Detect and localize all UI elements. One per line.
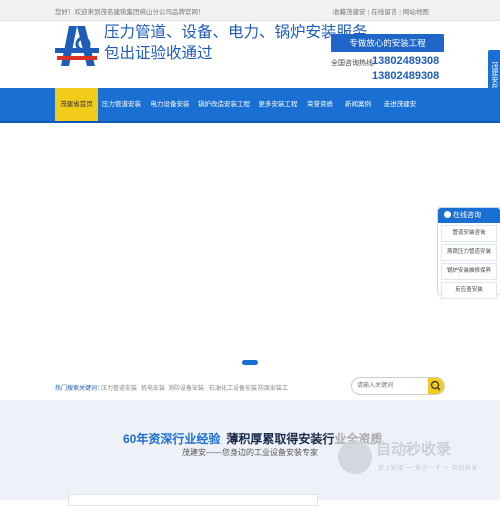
nav-home[interactable]: 茂建省首页	[55, 88, 98, 121]
keyword-link[interactable]: 防腐安装工	[258, 383, 288, 392]
search-box	[351, 377, 445, 395]
consult-item[interactable]: 反应釜安装	[441, 282, 497, 299]
hero-banner	[0, 123, 500, 371]
hot-keywords-label: 热门搜索关键词：	[55, 386, 104, 392]
top-bar: 您好！欢迎来到茂名建筑集团佛山分公司品牌官网！ 收藏茂建安 | 在线留言 | 网站地图	[0, 0, 500, 21]
service-pill: 专做放心的安装工程	[331, 34, 444, 52]
keyword-link[interactable]: 石油化工设备安装	[209, 383, 257, 392]
hotline-phone-1[interactable]: 13802489308	[372, 55, 439, 67]
section-title-highlight: 60年资深行业经验	[123, 432, 221, 446]
consult-item[interactable]: 燕窝压力管道安装	[441, 244, 497, 261]
watermark: 自动秒收录 放上链接 一 来访一下 一 自动收录	[336, 438, 486, 484]
nav-pressure-pipe[interactable]: 压力管道安装	[98, 88, 145, 121]
nav-power-equipment[interactable]: 电力设备安装	[145, 88, 195, 121]
watermark-logo-icon	[338, 440, 372, 474]
header-slogan: 压力管道、设备、电力、锅炉安装服务 包出证验收通过	[104, 22, 368, 64]
watermark-subtitle: 放上链接 一 来访一下 一 自动收录	[378, 466, 478, 472]
company-logo[interactable]	[55, 22, 99, 70]
consult-item[interactable]: 锅炉安装维修保养	[441, 263, 497, 280]
consult-item[interactable]: 管道安装咨询	[441, 225, 497, 242]
hotline-phone-2[interactable]: 13802489308	[372, 70, 439, 82]
online-consult-header[interactable]: 在线咨询	[438, 208, 500, 223]
top-links: 收藏茂建安 | 在线留言 | 网站地图	[333, 9, 429, 16]
search-button[interactable]	[428, 378, 444, 394]
nav-news[interactable]: 新闻案例	[337, 88, 379, 121]
online-consult-title: 在线咨询	[453, 212, 481, 219]
watermark-title: 自动秒收录	[376, 441, 452, 458]
hotline-label: 全国咨询热线:	[331, 60, 375, 67]
slogan-line-1: 压力管道、设备、电力、锅炉安装服务	[104, 24, 368, 41]
welcome-text: 您好！欢迎来到茂名建筑集团佛山分公司品牌官网！	[55, 9, 205, 16]
nav-boiler[interactable]: 锅炉改造安装工程	[195, 88, 253, 121]
content-card	[68, 494, 318, 506]
nav-about[interactable]: 走进茂建安	[379, 88, 421, 121]
keyword-link[interactable]: 压力管道安装	[101, 383, 137, 392]
slogan-line-2: 包出证验收通过	[104, 45, 213, 62]
search-input[interactable]	[357, 380, 427, 391]
sitemap-link[interactable]: 网站地图	[403, 9, 429, 16]
section-subtitle: 茂建安——您身边的工业设备安装专家	[182, 448, 318, 457]
message-link[interactable]: 在线留言	[371, 9, 397, 16]
main-nav: 茂建省首页 压力管道安装 电力设备安装 锅炉改造安装工程 更多安装工程 荣誉资质…	[0, 88, 500, 123]
slider-dot[interactable]	[242, 360, 258, 365]
nav-honors[interactable]: 荣誉资质	[303, 88, 337, 121]
bookmark-link[interactable]: 收藏茂建安	[333, 9, 366, 16]
online-consult-panel: 在线咨询 管道安装咨询 燕窝压力管道安装 锅炉安装维修保养 反应釜安装	[437, 207, 500, 299]
chat-icon	[444, 211, 451, 218]
search-icon	[430, 380, 441, 391]
keyword-link[interactable]: 机电安装	[141, 383, 165, 392]
nav-more-projects[interactable]: 更多安装工程	[253, 88, 303, 121]
section-title-main: 薄积厚累取得安装行	[226, 432, 335, 446]
keyword-link[interactable]: 消防设备安装	[168, 383, 204, 392]
